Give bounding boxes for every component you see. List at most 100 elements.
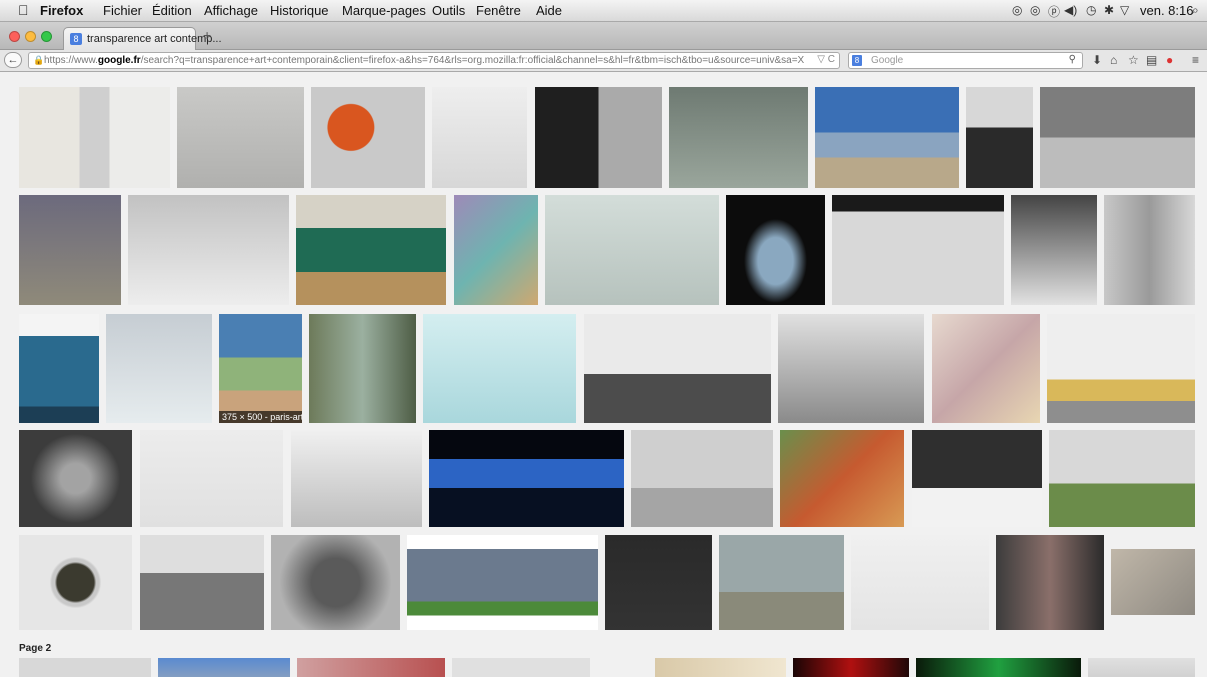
url-prefix: https://www. [44, 55, 98, 66]
bookmarks-menu-icon[interactable]: ▤ [1146, 53, 1157, 67]
image-result[interactable] [19, 314, 99, 423]
image-result[interactable] [452, 658, 590, 677]
image-result[interactable] [996, 535, 1104, 630]
image-result[interactable] [916, 658, 1081, 677]
image-result[interactable] [726, 195, 825, 305]
tab-active[interactable]: 8 transparence art contemp... [63, 27, 222, 50]
image-result[interactable] [535, 87, 662, 188]
volume-icon[interactable]: ◀) [1064, 3, 1077, 17]
google-favicon-icon: 8 [70, 33, 82, 45]
image-result[interactable] [19, 195, 121, 305]
image-result[interactable] [158, 658, 290, 677]
image-result[interactable] [832, 195, 1004, 305]
menu-app-firefox[interactable]: Firefox [40, 3, 83, 18]
image-result[interactable] [311, 87, 425, 188]
image-result[interactable] [932, 314, 1040, 423]
image-result[interactable] [19, 658, 151, 677]
image-result[interactable] [631, 430, 773, 527]
tab-strip: 8 transparence art contemp... + [0, 22, 1207, 50]
image-result[interactable] [605, 535, 712, 630]
menu-historique[interactable]: Historique [270, 3, 329, 18]
image-result[interactable] [1040, 87, 1195, 188]
image-result[interactable] [966, 87, 1033, 188]
window-maximize-button[interactable] [41, 31, 52, 42]
time-machine-icon[interactable]: ◷ [1086, 3, 1096, 17]
menu-hamburger-icon[interactable]: ≡ [1192, 53, 1199, 67]
bluetooth-icon[interactable]: ✱ [1104, 3, 1114, 17]
menu-fenetre[interactable]: Fenêtre [476, 3, 521, 18]
image-result[interactable] [719, 535, 844, 630]
image-result[interactable] [19, 430, 132, 527]
spotlight-icon[interactable]: ⌕ [1192, 3, 1199, 18]
home-icon[interactable]: ⌂ [1110, 53, 1117, 67]
image-result[interactable] [778, 314, 924, 423]
image-result[interactable] [19, 87, 170, 188]
menu-outils[interactable]: Outils [432, 3, 465, 18]
status-sync-icon[interactable]: ◎ [1030, 3, 1040, 17]
apple-icon[interactable]:  [18, 2, 29, 18]
image-result[interactable] [128, 195, 289, 305]
search-icon[interactable]: ⚲ [1069, 54, 1076, 65]
image-result[interactable] [669, 87, 808, 188]
url-domain: google.fr [97, 55, 141, 66]
tab-title: transparence art contemp... [87, 33, 222, 45]
image-results: 375 × 500 - paris-art.c... Page 2 [0, 72, 1207, 677]
menu-aide[interactable]: Aide [536, 3, 562, 18]
status-globe-icon[interactable]: ◎ [1012, 3, 1022, 17]
image-result[interactable]: 375 × 500 - paris-art.c... [219, 314, 302, 423]
lock-icon: 🔒 [33, 55, 45, 65]
image-result[interactable] [140, 430, 283, 527]
search-bar[interactable]: 8 Google ⚲ [848, 52, 1083, 69]
menubar-clock[interactable]: ven. 8:16 [1140, 3, 1194, 18]
image-result[interactable] [423, 314, 576, 423]
image-result[interactable] [793, 658, 909, 677]
status-p-icon[interactable]: ⓟ [1048, 3, 1060, 20]
image-result[interactable] [1047, 314, 1195, 423]
image-result[interactable] [851, 535, 989, 630]
image-result[interactable] [454, 195, 538, 305]
image-result[interactable] [432, 87, 527, 188]
image-result[interactable] [1111, 549, 1195, 615]
image-result[interactable] [296, 195, 446, 305]
image-result[interactable] [655, 658, 786, 677]
image-result[interactable] [429, 430, 624, 527]
image-result[interactable] [19, 535, 132, 630]
menu-marque-pages[interactable]: Marque-pages [342, 3, 426, 18]
image-result[interactable] [545, 195, 719, 305]
mac-menubar:  Firefox Fichier Édition Affichage Hist… [0, 0, 1207, 22]
image-result[interactable] [297, 658, 445, 677]
menu-affichage[interactable]: Affichage [204, 3, 258, 18]
image-result[interactable] [815, 87, 959, 188]
page-2-label: Page 2 [19, 643, 52, 654]
wifi-icon[interactable]: ▽ [1120, 3, 1129, 17]
search-placeholder: Google [871, 55, 904, 66]
image-result[interactable] [1088, 658, 1195, 677]
search-engine-icon[interactable]: 8 [852, 55, 862, 66]
window-close-button[interactable] [9, 31, 20, 42]
image-result[interactable] [309, 314, 416, 423]
back-button[interactable]: ← [4, 52, 22, 68]
image-result[interactable] [1049, 430, 1195, 527]
image-result[interactable] [407, 535, 598, 630]
menu-edition[interactable]: Édition [152, 3, 192, 18]
image-result[interactable] [584, 314, 771, 423]
adblock-icon[interactable]: ● [1166, 53, 1173, 67]
image-result[interactable] [271, 535, 400, 630]
image-result[interactable] [1104, 195, 1195, 305]
image-result[interactable] [912, 430, 1042, 527]
image-result[interactable] [291, 430, 422, 527]
image-result[interactable] [177, 87, 304, 188]
image-result[interactable] [1011, 195, 1097, 305]
menu-fichier[interactable]: Fichier [103, 3, 142, 18]
url-bar[interactable]: 🔒 https://www.google.fr/search?q=transpa… [28, 52, 840, 69]
image-result[interactable] [780, 430, 904, 527]
new-tab-button[interactable]: + [203, 27, 211, 43]
image-result[interactable] [140, 535, 264, 630]
downloads-icon[interactable]: ⬇ [1092, 53, 1102, 67]
navigation-bar: ← 🔒 https://www.google.fr/search?q=trans… [0, 50, 1207, 72]
url-text: https://www.google.fr/search?q=transpare… [44, 55, 804, 66]
reload-icon[interactable]: ▽ C [817, 54, 835, 65]
window-minimize-button[interactable] [25, 31, 36, 42]
image-result[interactable] [106, 314, 212, 423]
bookmark-star-icon[interactable]: ☆ [1128, 53, 1139, 67]
